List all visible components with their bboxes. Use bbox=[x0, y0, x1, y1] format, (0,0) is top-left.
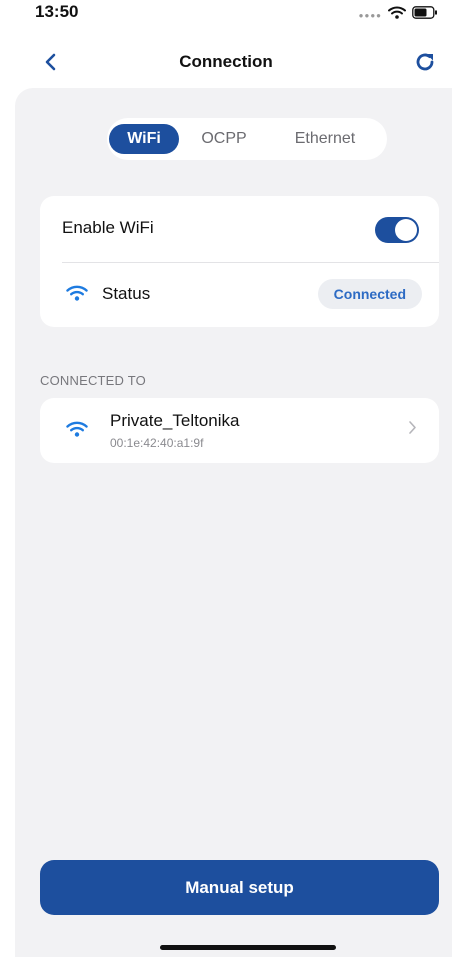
home-indicator[interactable] bbox=[160, 945, 336, 950]
wifi-icon bbox=[388, 6, 406, 24]
enable-wifi-label: Enable WiFi bbox=[62, 218, 154, 237]
toggle-knob bbox=[395, 219, 417, 241]
status-icons: ●●●● bbox=[359, 6, 438, 24]
main-content: WiFi OCPP Ethernet Enable WiFi Status Co… bbox=[15, 88, 452, 957]
refresh-icon bbox=[413, 50, 437, 79]
page-title: Connection bbox=[179, 52, 273, 71]
manual-setup-button[interactable]: Manual setup bbox=[40, 860, 439, 915]
tab-wifi[interactable]: WiFi bbox=[109, 124, 179, 154]
wifi-network-icon bbox=[66, 420, 88, 443]
network-mac-address: 00:1e:42:40:a1:9f bbox=[110, 436, 204, 450]
nav-bar: Connection bbox=[0, 40, 452, 88]
connected-to-header: CONNECTED TO bbox=[40, 373, 146, 388]
wifi-settings-card: Enable WiFi Status Connected bbox=[40, 196, 439, 327]
chevron-right-icon bbox=[408, 420, 417, 440]
signal-dots-icon: ●●●● bbox=[358, 10, 382, 20]
battery-icon bbox=[412, 6, 438, 24]
status-time: 13:50 bbox=[35, 2, 79, 21]
status-bar: 13:50 ●●●● bbox=[0, 0, 452, 40]
refresh-button[interactable] bbox=[410, 49, 440, 79]
divider bbox=[62, 262, 439, 263]
wifi-status-icon bbox=[66, 284, 88, 307]
connection-tabs: WiFi OCPP Ethernet bbox=[107, 118, 387, 160]
network-name: Private_Teltonika bbox=[110, 411, 240, 430]
connected-network-item[interactable]: Private_Teltonika 00:1e:42:40:a1:9f bbox=[40, 398, 439, 463]
status-badge: Connected bbox=[317, 279, 422, 309]
tab-ethernet[interactable]: Ethernet bbox=[271, 124, 379, 154]
status-label: Status bbox=[102, 284, 151, 303]
tab-ocpp[interactable]: OCPP bbox=[193, 124, 255, 154]
enable-wifi-toggle[interactable] bbox=[375, 217, 419, 243]
